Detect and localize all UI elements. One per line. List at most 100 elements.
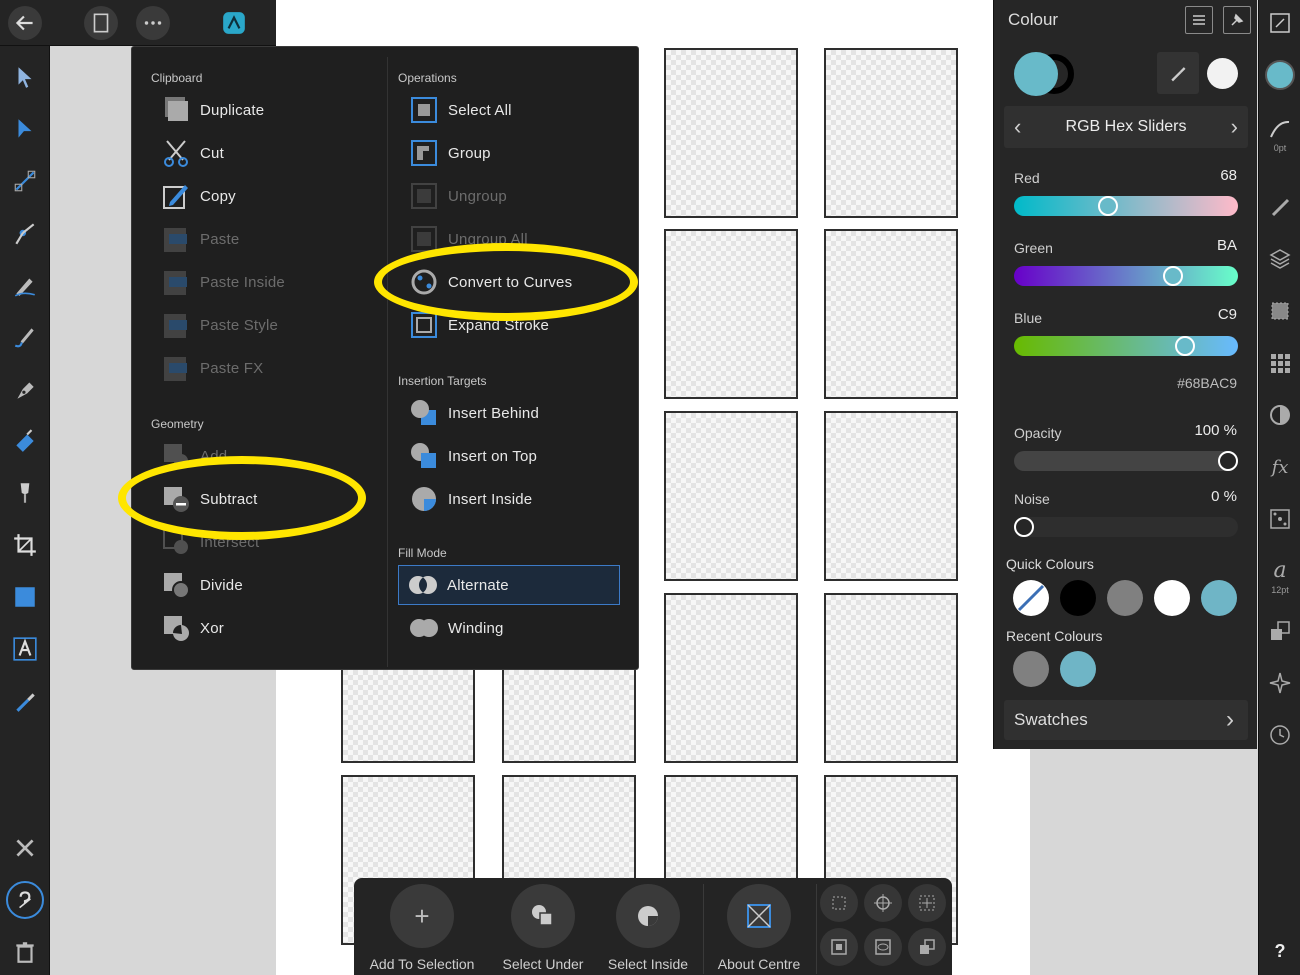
trash-icon[interactable]	[6, 933, 44, 971]
document-setup-icon[interactable]	[1263, 6, 1297, 40]
styles-studio-icon[interactable]	[1263, 346, 1297, 380]
chevron-right-icon[interactable]: ›	[1231, 114, 1238, 140]
select-inside-button[interactable]: Select Inside	[588, 884, 708, 972]
transparency-tool-icon[interactable]	[6, 474, 44, 512]
fx-studio-icon[interactable]: fx	[1263, 450, 1297, 484]
noise-slider-knob[interactable]	[1014, 517, 1034, 537]
pencil-tool-icon[interactable]	[6, 266, 44, 304]
recent-colour-grey[interactable]	[1013, 651, 1049, 687]
green-slider-knob[interactable]	[1163, 266, 1183, 286]
opacity-slider-knob[interactable]	[1218, 451, 1238, 471]
quick-colour-grey[interactable]	[1107, 580, 1143, 616]
chevron-left-icon[interactable]: ‹	[1014, 114, 1021, 140]
colour-studio-button[interactable]	[1263, 58, 1297, 92]
effects-studio-icon[interactable]	[1263, 294, 1297, 328]
text-studio-button[interactable]: a 12pt	[1263, 554, 1297, 598]
adjustments-studio-icon[interactable]	[1263, 398, 1297, 432]
picked-colour-swatch[interactable]	[1207, 58, 1238, 89]
colour-mode-selector[interactable]: ‹ RGB Hex Sliders ›	[1004, 106, 1248, 148]
artboard[interactable]	[664, 229, 798, 399]
red-slider-value[interactable]: 68	[1220, 167, 1237, 184]
recent-colour-blue[interactable]	[1060, 651, 1096, 687]
artboard[interactable]	[664, 411, 798, 581]
paste-style-menu-item[interactable]: Paste Style	[160, 305, 278, 345]
navigator-studio-icon[interactable]	[1263, 666, 1297, 700]
quick-colour-blue[interactable]	[1201, 580, 1237, 616]
artboard[interactable]	[664, 593, 798, 763]
blue-slider-value[interactable]: C9	[1218, 306, 1237, 323]
shape-tool-icon[interactable]	[6, 578, 44, 616]
divide-geometry-menu-item[interactable]: Divide	[160, 565, 243, 605]
layers-studio-icon[interactable]	[1263, 242, 1297, 276]
panel-menu-icon[interactable]	[1185, 6, 1213, 34]
opacity-value[interactable]: 100 %	[1194, 422, 1237, 439]
duplicate-menu-item[interactable]: Duplicate	[160, 90, 264, 130]
eyedropper-button[interactable]	[1157, 52, 1199, 94]
xor-geometry-menu-item[interactable]: Xor	[160, 608, 224, 648]
document-icon[interactable]	[84, 6, 118, 40]
red-slider[interactable]	[1014, 196, 1238, 216]
vector-brush-tool-icon[interactable]	[6, 318, 44, 356]
green-slider-value[interactable]: BA	[1217, 237, 1237, 254]
move-tool-icon[interactable]	[6, 58, 44, 96]
pen-tool-icon[interactable]	[6, 370, 44, 408]
noise-value[interactable]: 0 %	[1211, 488, 1237, 505]
stroke-studio-button[interactable]: 0pt	[1263, 110, 1297, 160]
crop-tool-icon[interactable]	[6, 526, 44, 564]
red-slider-knob[interactable]	[1098, 196, 1118, 216]
insert-inside-menu-item[interactable]: Insert Inside	[408, 479, 532, 519]
paste-inside-menu-item[interactable]: Paste Inside	[160, 262, 285, 302]
about-centre-button[interactable]: About Centre	[699, 884, 819, 972]
insert-on-top-menu-item[interactable]: Insert on Top	[408, 436, 537, 476]
symbols-studio-icon[interactable]	[1263, 614, 1297, 648]
select-all-menu-item[interactable]: Select All	[408, 90, 512, 130]
blue-slider-knob[interactable]	[1175, 336, 1195, 356]
quick-colour-black[interactable]	[1060, 580, 1096, 616]
alternate-fill-menu-item[interactable]: Alternate	[398, 565, 620, 605]
more-options-icon[interactable]	[136, 6, 170, 40]
artboard[interactable]	[664, 48, 798, 218]
preview-icon[interactable]	[864, 928, 902, 966]
ungroup-menu-item[interactable]: Ungroup	[408, 176, 507, 216]
crosshair-icon[interactable]	[864, 884, 902, 922]
colour-picker-tool-icon[interactable]	[6, 682, 44, 720]
noise-slider[interactable]	[1014, 517, 1238, 537]
group-menu-item[interactable]: Group	[408, 133, 491, 173]
blue-slider[interactable]	[1014, 336, 1238, 356]
corner-tool-icon[interactable]	[6, 162, 44, 200]
snap-options-icon[interactable]	[820, 884, 858, 922]
hex-value[interactable]: #68BAC9	[1177, 375, 1237, 391]
back-arrow-icon[interactable]	[8, 6, 42, 40]
help-button[interactable]: ?	[1263, 934, 1297, 968]
green-slider[interactable]	[1014, 266, 1238, 286]
paste-fx-menu-item[interactable]: Paste FX	[160, 348, 263, 388]
quick-colour-none[interactable]	[1013, 580, 1049, 616]
artboard[interactable]	[824, 411, 958, 581]
arrange-icon[interactable]	[908, 928, 946, 966]
close-icon[interactable]	[6, 829, 44, 867]
add-to-selection-button[interactable]: + Add To Selection	[362, 884, 482, 972]
artboard[interactable]	[824, 48, 958, 218]
node-tool-icon[interactable]	[6, 110, 44, 148]
quick-colour-white[interactable]	[1154, 580, 1190, 616]
text-tool-icon[interactable]	[6, 630, 44, 668]
fill-tool-icon[interactable]	[6, 422, 44, 460]
artboard[interactable]	[824, 593, 958, 763]
opacity-slider[interactable]	[1014, 451, 1238, 471]
winding-fill-menu-item[interactable]: Winding	[408, 608, 504, 648]
help-icon[interactable]	[6, 881, 44, 919]
history-studio-icon[interactable]	[1263, 718, 1297, 752]
pin-panel-icon[interactable]	[1223, 6, 1251, 34]
insert-behind-menu-item[interactable]: Insert Behind	[408, 393, 539, 433]
select-under-button[interactable]: Select Under	[483, 884, 603, 972]
bounding-box-icon[interactable]	[820, 928, 858, 966]
align-centre-icon[interactable]	[908, 884, 946, 922]
swatches-panel-button[interactable]: Swatches ›	[1004, 700, 1248, 740]
designer-persona-icon[interactable]	[217, 6, 251, 40]
copy-menu-item[interactable]: Copy	[160, 176, 236, 216]
brushes-studio-icon[interactable]	[1263, 190, 1297, 224]
fill-colour-well[interactable]	[1014, 52, 1074, 96]
artboard[interactable]	[824, 229, 958, 399]
cut-menu-item[interactable]: Cut	[160, 133, 224, 173]
transform-studio-icon[interactable]	[1263, 502, 1297, 536]
